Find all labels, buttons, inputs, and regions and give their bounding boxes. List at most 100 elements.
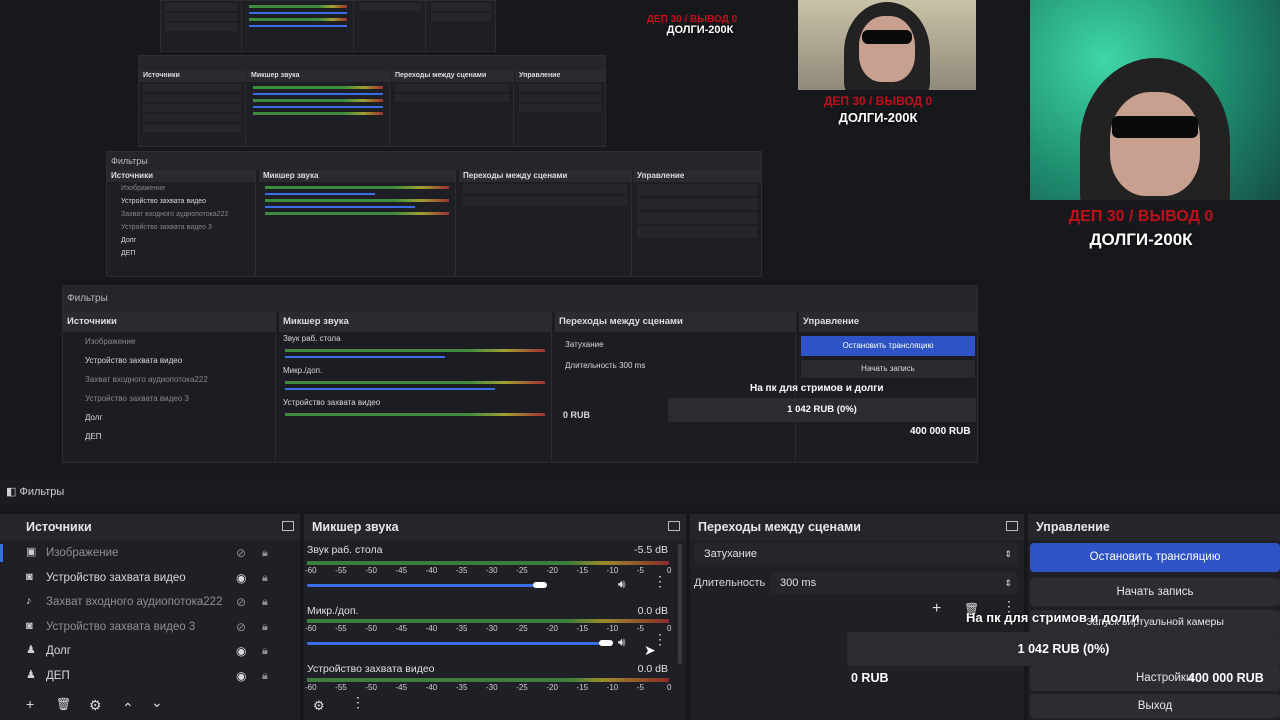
scale-tick: -30: [486, 624, 498, 633]
scale-tick: -60: [305, 624, 317, 633]
mixer-channel-name: Звук раб. стола: [307, 544, 383, 556]
donation-progress-text: 1 042 RUB (0%): [1017, 642, 1110, 656]
lock-icon[interactable]: 🔒︎: [262, 590, 268, 614]
scale-tick: -25: [516, 624, 528, 633]
undock-icon[interactable]: [668, 521, 680, 531]
scale-tick: -45: [395, 683, 408, 692]
controls-title: Управление: [1028, 514, 1280, 540]
mixer-scale: -60 -55 -50 -45 -40 -35 -30 -25 -20 -15 -10 -5 0: [305, 624, 673, 634]
speaker-icon[interactable]: 🔊︎: [618, 577, 626, 592]
donation-max: 400 000 RUB: [1188, 671, 1264, 685]
microphone-icon: ♪: [26, 595, 32, 607]
eye-icon[interactable]: ◉: [236, 566, 246, 590]
volume-slider-thumb[interactable]: [533, 582, 547, 588]
volume-slider[interactable]: [307, 584, 539, 587]
lock-icon[interactable]: 🔒︎: [262, 541, 268, 565]
stream-overlay-red-small: ДЕП 30 / ВЫВОД 0: [823, 94, 933, 108]
add-source-button[interactable]: +: [26, 696, 34, 712]
mixer-scale: -60 -55 -50 -45 -40 -35 -30 -25 -20 -15 -10 -5 0: [305, 566, 673, 576]
speaker-icon[interactable]: 🔊︎: [618, 635, 626, 650]
volume-slider[interactable]: [307, 642, 613, 645]
add-transition-button[interactable]: +: [932, 600, 941, 618]
lock-icon[interactable]: 🔒︎: [262, 664, 268, 688]
people-icon: ♟: [26, 669, 36, 681]
donation-goal-title: На пк для стримов и долги: [966, 610, 1140, 625]
echo-panel-2: Источники Микшер звука Переходы между сц…: [138, 55, 606, 147]
scale-tick: -15: [576, 566, 589, 575]
transitions-title: Переходы между сценами: [690, 514, 1024, 540]
source-item-dep[interactable]: ♟ ДЕП ◉ 🔒︎: [0, 664, 282, 688]
scale-tick: -50: [365, 624, 377, 633]
scale-tick: -45: [395, 566, 408, 575]
scale-tick: -20: [546, 624, 558, 633]
stop-stream-button[interactable]: Остановить трансляцию: [1030, 543, 1280, 572]
mixer-menu-button[interactable]: ⋮: [351, 695, 365, 709]
webcam-feed-small: [798, 0, 976, 90]
scale-tick: -50: [365, 566, 377, 575]
remove-source-button[interactable]: 🗑: [56, 697, 71, 711]
camera-icon: ◙: [26, 571, 33, 583]
source-item-image[interactable]: ▣ Изображение ⊘ 🔒︎: [0, 541, 282, 565]
mixer-scrollbar[interactable]: [678, 544, 682, 664]
scale-tick: -5: [636, 566, 644, 575]
mixer-channel-name: Устройство захвата видео: [307, 663, 435, 675]
exit-button[interactable]: Выход: [1030, 694, 1280, 718]
scale-tick: -20: [546, 683, 558, 692]
duration-input[interactable]: 300 ms ⇕: [770, 572, 1018, 594]
scale-tick: -10: [606, 683, 619, 692]
sources-dock: Источники ▣ Изображение ⊘ 🔒︎ ◙ Устройство за…: [0, 514, 300, 720]
scale-tick: -10: [606, 566, 619, 575]
filters-tab[interactable]: ◧ Фильтры: [6, 485, 64, 498]
scale-tick: -5: [636, 624, 644, 633]
scale-tick: -40: [425, 624, 438, 633]
source-item-dolg[interactable]: ♟ Долг ◉ 🔒︎: [0, 639, 282, 663]
echo-panel-1: [160, 0, 496, 52]
scale-tick: -35: [455, 683, 468, 692]
transition-menu-button[interactable]: ⋮: [1002, 599, 1016, 613]
hidden-eye-icon[interactable]: ⊘: [236, 541, 246, 565]
lock-icon[interactable]: 🔒︎: [262, 615, 268, 639]
audio-meter: [307, 561, 669, 565]
chevron-updown-icon: ⇕: [1004, 549, 1012, 559]
scale-tick: -55: [335, 624, 347, 633]
mixer-channel-db: -5.5 dB: [634, 544, 668, 556]
webcam-feed-large: [1030, 0, 1280, 200]
transition-select[interactable]: Затухание ⇕: [694, 543, 1018, 565]
stream-overlay-white-tiny: ДОЛГИ-200К: [666, 24, 734, 36]
donation-max-echo: 400 000 RUB: [910, 426, 971, 437]
hidden-eye-icon[interactable]: ⊘: [236, 615, 246, 639]
hidden-eye-icon[interactable]: ⊘: [236, 590, 246, 614]
mixer-settings-button[interactable]: ⚙: [313, 698, 325, 714]
people-icon: ♟: [26, 644, 36, 656]
scale-tick: 0: [667, 566, 672, 575]
channel-menu-button[interactable]: ⋮: [653, 574, 667, 588]
source-settings-button[interactable]: ⚙: [89, 697, 102, 714]
source-item-video-capture[interactable]: ◙ Устройство захвата видео ◉ 🔒︎: [0, 566, 282, 590]
lock-icon[interactable]: 🔒︎: [262, 566, 268, 590]
image-icon: ▣: [26, 546, 37, 558]
scale-tick: -25: [516, 566, 528, 575]
scale-tick: -35: [455, 624, 468, 633]
scale-tick: -60: [305, 683, 317, 692]
undock-icon[interactable]: [282, 521, 294, 531]
eye-icon[interactable]: ◉: [236, 664, 246, 688]
move-down-button[interactable]: ⌄: [151, 694, 163, 711]
source-item-video-capture-3[interactable]: ◙ Устройство захвата видео 3 ⊘ 🔒︎: [0, 615, 282, 639]
eye-icon[interactable]: ◉: [236, 639, 246, 663]
volume-slider-thumb[interactable]: [599, 640, 613, 646]
stream-overlay-white: ДОЛГИ-200К: [1089, 230, 1193, 249]
mixer-channel-name: Микр./доп.: [307, 605, 359, 617]
lock-icon[interactable]: 🔒︎: [262, 639, 268, 663]
start-record-button[interactable]: Начать запись: [1030, 578, 1280, 606]
donation-goal-title-echo: На пк для стримов и долги: [750, 383, 884, 394]
stream-overlay-red: ДЕП 30 / ВЫВОД 0: [1068, 208, 1214, 225]
source-item-audio-input[interactable]: ♪ Захват входного аудиопотока222 ⊘ 🔒︎: [0, 590, 282, 614]
filters-bar: ◧ Фильтры: [0, 480, 1280, 504]
scale-tick: 0: [667, 683, 672, 692]
move-up-button[interactable]: ⌃: [122, 700, 134, 717]
undock-icon[interactable]: [1006, 521, 1018, 531]
scale-tick: -30: [486, 683, 498, 692]
scale-tick: -15: [576, 624, 589, 633]
mixer-scale: -60 -55 -50 -45 -40 -35 -30 -25 -20 -15 -10 -5 0: [305, 683, 673, 693]
scale-tick: -55: [335, 566, 347, 575]
